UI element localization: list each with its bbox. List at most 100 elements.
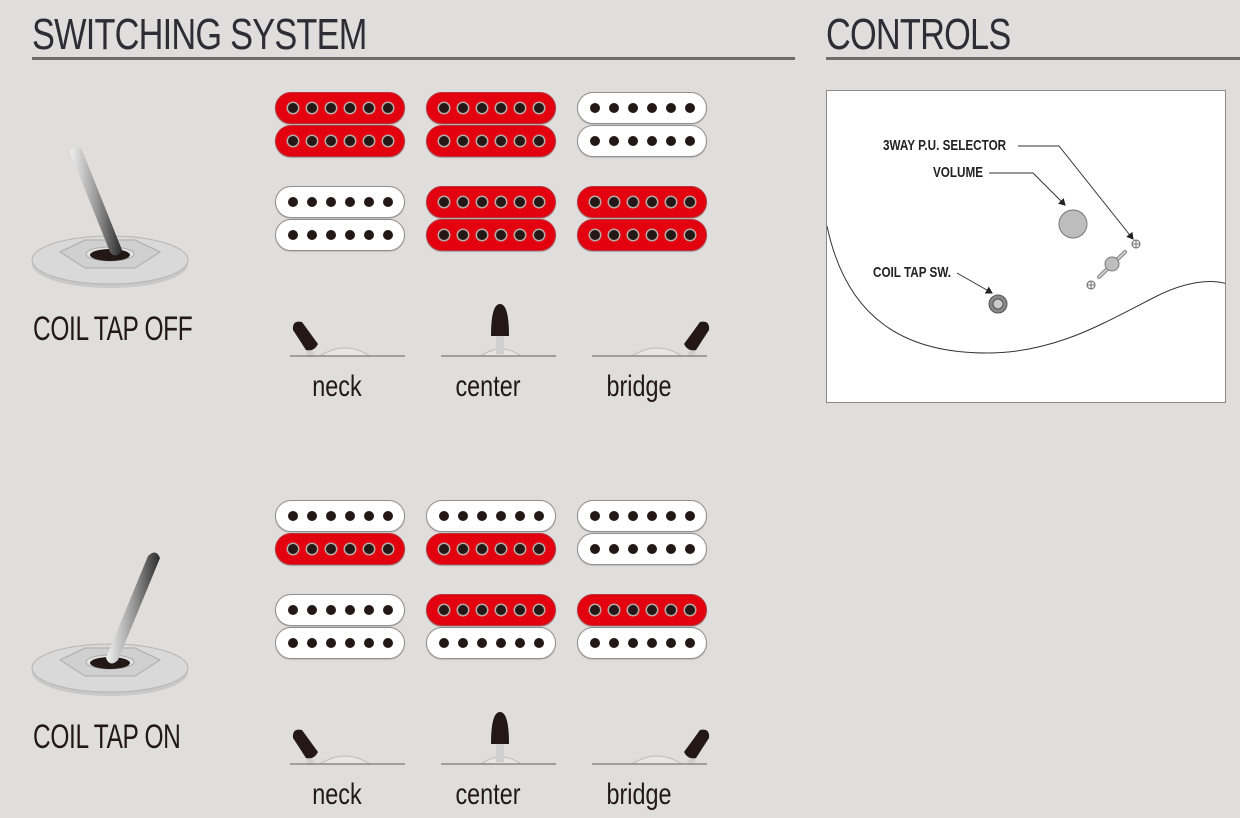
pole-piece — [439, 638, 449, 648]
pole-piece — [345, 638, 355, 648]
pole-piece — [609, 544, 619, 554]
bridge-pickup-coil-inactive — [275, 186, 405, 218]
pole-piece — [326, 544, 336, 554]
bridge-pickup-coil-inactive — [577, 627, 707, 659]
bridge-pickup-coil-active — [577, 219, 707, 251]
pole-piece — [364, 230, 374, 240]
pole-piece — [685, 136, 695, 146]
pole-piece — [590, 544, 600, 554]
position-label-bridge: bridge — [606, 370, 672, 403]
neck-pickup-coil-active — [275, 533, 405, 565]
selector-lever-center-icon — [441, 300, 566, 365]
neck-pickup-coil-active — [275, 125, 405, 157]
pole-piece — [590, 230, 600, 240]
pole-piece — [345, 103, 355, 113]
pole-piece — [458, 544, 468, 554]
pole-piece — [647, 544, 657, 554]
neck-pickup-coil-active — [426, 125, 556, 157]
pole-piece — [477, 230, 487, 240]
pole-piece — [515, 136, 525, 146]
pole-piece — [383, 638, 393, 648]
bridge-pickup-coil-inactive — [275, 594, 405, 626]
pole-piece — [326, 605, 336, 615]
pole-piece — [647, 103, 657, 113]
pole-piece — [307, 103, 317, 113]
pole-piece — [288, 197, 298, 207]
bridge-pickup-coil-inactive — [426, 627, 556, 659]
pole-piece — [534, 638, 544, 648]
pole-piece — [515, 197, 525, 207]
pole-piece — [515, 544, 525, 554]
pole-piece — [496, 511, 506, 521]
pole-piece — [496, 103, 506, 113]
pole-piece — [496, 197, 506, 207]
pole-piece — [628, 511, 638, 521]
pole-piece — [515, 605, 525, 615]
selector-lever-center-icon — [441, 708, 566, 773]
pole-piece — [326, 136, 336, 146]
pole-piece — [628, 136, 638, 146]
pole-piece — [609, 511, 619, 521]
pole-piece — [496, 544, 506, 554]
pole-piece — [307, 638, 317, 648]
pole-piece — [345, 230, 355, 240]
neck-pickup-coil-inactive — [426, 500, 556, 532]
volume-label: VOLUME — [933, 164, 984, 181]
bridge-pickup-coil-active — [426, 594, 556, 626]
controls-title: CONTROLS — [826, 10, 1011, 59]
pole-piece — [345, 605, 355, 615]
pole-piece — [609, 230, 619, 240]
pole-piece — [477, 605, 487, 615]
pole-piece — [647, 605, 657, 615]
bridge-pickup-coil-active — [426, 219, 556, 251]
pole-piece — [477, 136, 487, 146]
pole-piece — [383, 544, 393, 554]
coil-tap-state-label: COIL TAP OFF — [33, 310, 193, 348]
pole-piece — [590, 511, 600, 521]
pole-piece — [439, 197, 449, 207]
pole-piece — [590, 136, 600, 146]
bridge-pickup-coil-inactive — [275, 627, 405, 659]
pole-piece — [685, 638, 695, 648]
switching-system-title: SWITCHING SYSTEM — [32, 10, 367, 59]
pole-piece — [288, 638, 298, 648]
pole-piece — [477, 511, 487, 521]
bridge-pickup-coil-active — [577, 594, 707, 626]
pole-piece — [477, 103, 487, 113]
neck-pickup-coil-inactive — [577, 500, 707, 532]
pole-piece — [590, 103, 600, 113]
pole-piece — [534, 136, 544, 146]
pole-piece — [666, 230, 676, 240]
pole-piece — [439, 136, 449, 146]
pole-piece — [288, 544, 298, 554]
pole-piece — [307, 230, 317, 240]
pole-piece — [345, 544, 355, 554]
selector-label: 3WAY P.U. SELECTOR — [883, 137, 1007, 154]
toggle-switch-icon — [30, 548, 195, 708]
position-label-neck: neck — [312, 778, 362, 811]
pole-piece — [345, 511, 355, 521]
pole-piece — [685, 230, 695, 240]
selector-lever-left-icon — [290, 708, 415, 773]
pole-piece — [326, 511, 336, 521]
neck-pickup-coil-active — [275, 92, 405, 124]
pole-piece — [685, 544, 695, 554]
pole-piece — [383, 230, 393, 240]
bridge-pickup-coil-active — [577, 186, 707, 218]
pole-piece — [439, 511, 449, 521]
pole-piece — [666, 103, 676, 113]
selector-lever-left-icon — [290, 300, 415, 365]
neck-pickup-coil-active — [426, 533, 556, 565]
pole-piece — [439, 544, 449, 554]
pole-piece — [383, 605, 393, 615]
pole-piece — [496, 136, 506, 146]
pole-piece — [666, 638, 676, 648]
pole-piece — [458, 638, 468, 648]
pole-piece — [458, 511, 468, 521]
pole-piece — [515, 511, 525, 521]
pole-piece — [326, 230, 336, 240]
pole-piece — [383, 103, 393, 113]
pole-piece — [364, 103, 374, 113]
pole-piece — [666, 197, 676, 207]
pole-piece — [685, 197, 695, 207]
